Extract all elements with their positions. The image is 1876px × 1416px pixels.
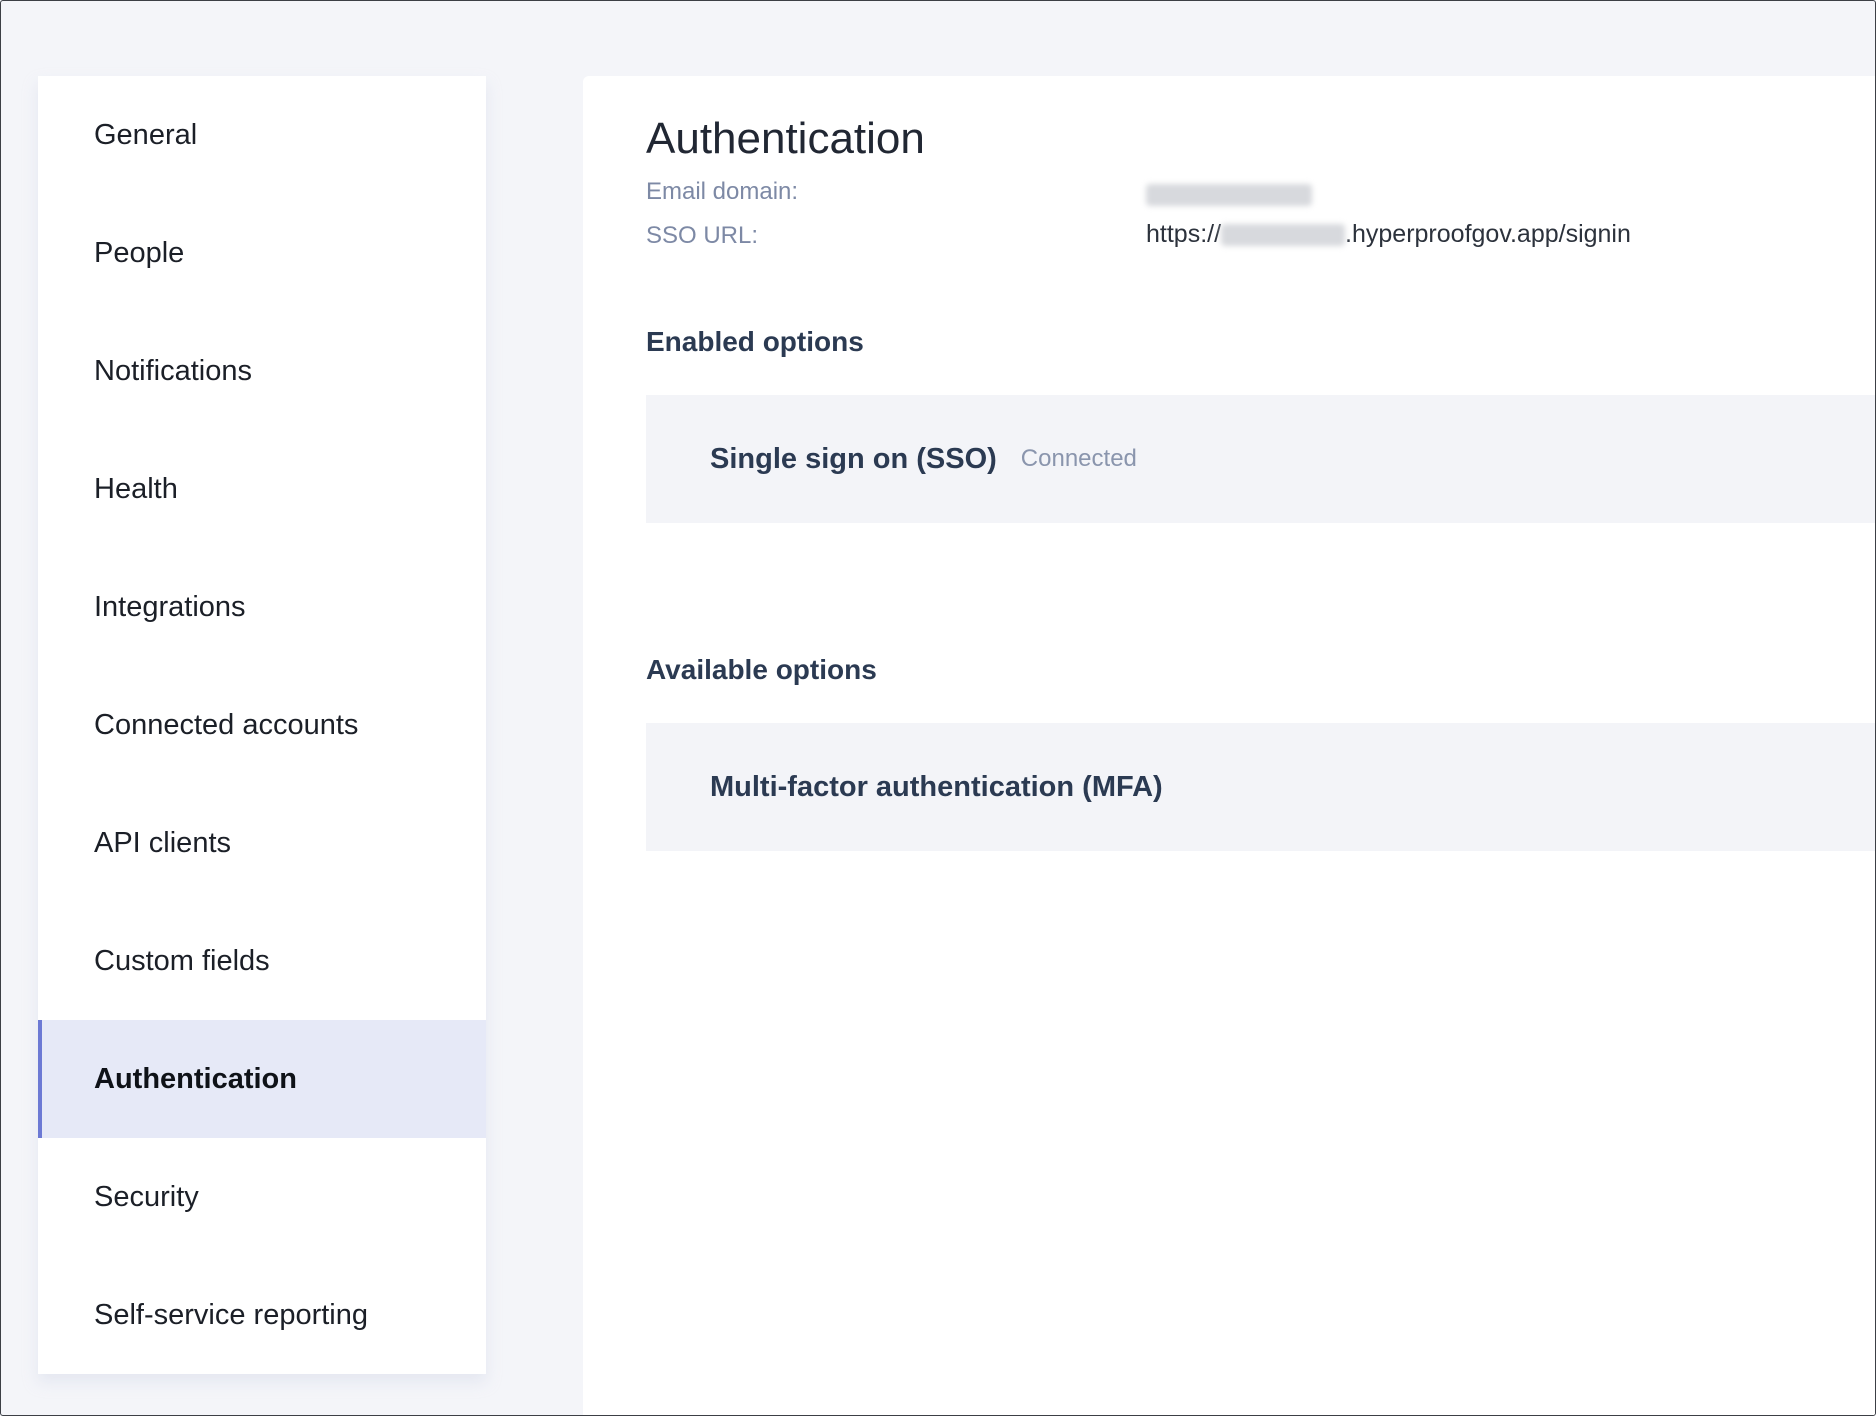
- option-title: Single sign on (SSO): [710, 442, 997, 475]
- sidebar-item-label: Integrations: [94, 590, 246, 623]
- sidebar-item-api-clients[interactable]: API clients: [38, 784, 486, 902]
- sidebar-item-label: General: [94, 118, 198, 151]
- sidebar-item-label: API clients: [94, 826, 231, 859]
- status-badge: Connected: [1020, 445, 1137, 472]
- sidebar-item-label: Custom fields: [94, 944, 270, 977]
- sidebar-item-security[interactable]: Security: [38, 1138, 486, 1256]
- sso-url-prefix: https://: [1146, 220, 1222, 248]
- option-title: Multi-factor authentication (MFA): [710, 770, 1163, 803]
- sidebar-item-general[interactable]: General: [38, 76, 486, 194]
- sidebar-item-label: Health: [94, 472, 178, 505]
- sidebar-item-label: People: [94, 236, 185, 269]
- redacted-email-domain: [1146, 184, 1312, 207]
- settings-sidebar: General People Notifications Health Inte…: [38, 76, 486, 1374]
- email-domain-value: [1146, 180, 1312, 209]
- sidebar-item-people[interactable]: People: [38, 194, 486, 312]
- sidebar-item-health[interactable]: Health: [38, 430, 486, 548]
- enabled-options-heading: Enabled options: [646, 326, 864, 357]
- sidebar-item-label: Security: [94, 1180, 199, 1213]
- sidebar-item-self-service-reporting[interactable]: Self-service reporting: [38, 1256, 486, 1374]
- sidebar-item-custom-fields[interactable]: Custom fields: [38, 902, 486, 1020]
- authentication-panel: Authentication Email domain: SSO URL: ht…: [583, 76, 1875, 1415]
- available-options-heading: Available options: [646, 654, 877, 685]
- email-domain-label: Email domain:: [646, 178, 799, 205]
- option-card-mfa[interactable]: Multi-factor authentication (MFA): [646, 723, 1875, 851]
- sidebar-item-label: Authentication: [94, 1062, 297, 1095]
- sidebar-item-label: Connected accounts: [94, 708, 359, 741]
- sso-url-suffix: .hyperproofgov.app/signin: [1345, 220, 1631, 248]
- sidebar-item-authentication[interactable]: Authentication: [38, 1020, 486, 1138]
- option-card-sso[interactable]: Single sign on (SSO) Connected: [646, 395, 1875, 523]
- app-window: General People Notifications Health Inte…: [0, 0, 1876, 1416]
- sso-url-label: SSO URL:: [646, 222, 759, 249]
- redacted-subdomain: [1221, 224, 1346, 247]
- sidebar-item-notifications[interactable]: Notifications: [38, 312, 486, 430]
- sso-url-value[interactable]: https:// .hyperproofgov.app/signin: [1146, 220, 1631, 249]
- sidebar-item-connected-accounts[interactable]: Connected accounts: [38, 666, 486, 784]
- sidebar-item-integrations[interactable]: Integrations: [38, 548, 486, 666]
- sidebar-item-label: Notifications: [94, 354, 252, 387]
- page-title: Authentication: [646, 114, 925, 163]
- sidebar-item-label: Self-service reporting: [94, 1298, 368, 1331]
